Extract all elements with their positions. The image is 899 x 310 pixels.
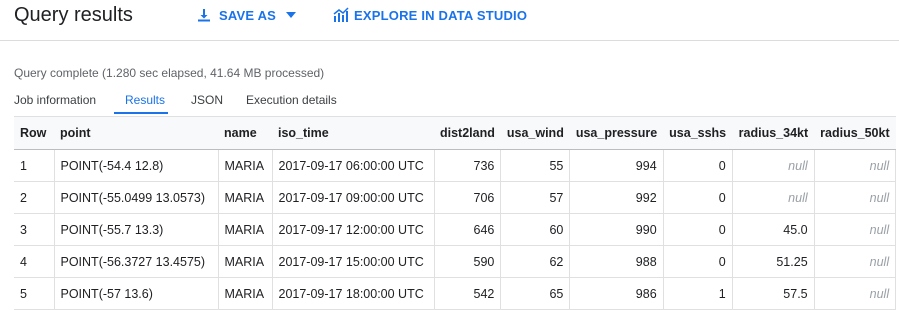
cell-row-number: 5 (14, 277, 55, 310)
tab-json[interactable]: JSON (191, 93, 223, 107)
chart-icon (333, 7, 349, 23)
column-header-usa-wind: usa_wind (500, 116, 570, 150)
cell-name: MARIA (218, 181, 273, 214)
cell-point: POINT(-57 13.6) (54, 277, 219, 310)
cell-iso-time: 2017-09-17 18:00:00 UTC (272, 277, 435, 310)
cell-usa-pressure: 988 (569, 245, 664, 278)
column-header-radius-50kt: radius_50kt (814, 116, 896, 150)
cell-radius-34kt: 45.0 (732, 213, 815, 246)
cell-usa-wind: 55 (500, 149, 571, 182)
cell-name: MARIA (218, 213, 273, 246)
cell-radius-34kt: 57.5 (732, 277, 815, 310)
dropdown-arrow-icon (286, 12, 297, 18)
cell-radius-34kt: null (732, 181, 815, 214)
column-header-radius-34kt: radius_34kt (732, 116, 815, 150)
cell-radius-50kt: null (814, 213, 897, 246)
cell-usa-sshs: 0 (663, 149, 733, 182)
cell-usa-wind: 62 (500, 245, 571, 278)
cell-usa-wind: 57 (500, 181, 571, 214)
table-row: 5 POINT(-57 13.6) MARIA 2017-09-17 18:00:00… (14, 277, 897, 310)
cell-point: POINT(-55.0499 13.0573) (54, 181, 219, 214)
cell-usa-pressure: 986 (569, 277, 664, 310)
cell-usa-sshs: 0 (663, 245, 733, 278)
results-tabs: Job information Results JSON Execution d… (0, 87, 899, 115)
table-row: 4 POINT(-56.3727 13.4575) MARIA 2017-09-17 … (14, 245, 897, 278)
results-table: Row point name iso_time dist2land usa_wi… (14, 116, 897, 310)
column-header-usa-pressure: usa_pressure (569, 116, 664, 150)
cell-dist2land: 590 (434, 245, 502, 278)
column-header-point: point (54, 116, 218, 150)
cell-dist2land: 736 (434, 149, 502, 182)
explore-data-studio-button[interactable]: EXPLORE IN DATA STUDIO (333, 7, 527, 23)
results-header: Query results SAVE AS EXPLORE IN DATA ST… (0, 0, 899, 41)
cell-point: POINT(-55.7 13.3) (54, 213, 219, 246)
cell-dist2land: 646 (434, 213, 502, 246)
cell-radius-34kt: 51.25 (732, 245, 815, 278)
cell-radius-50kt: null (814, 245, 897, 278)
column-header-iso-time: iso_time (272, 116, 434, 150)
cell-dist2land: 542 (434, 277, 502, 310)
active-tab-indicator (114, 112, 168, 114)
cell-usa-wind: 60 (500, 213, 571, 246)
tab-execution-details[interactable]: Execution details (246, 93, 337, 107)
column-header-usa-sshs: usa_sshs (663, 116, 733, 150)
cell-row-number: 3 (14, 213, 55, 246)
cell-iso-time: 2017-09-17 12:00:00 UTC (272, 213, 435, 246)
cell-row-number: 4 (14, 245, 55, 278)
column-header-dist2land: dist2land (434, 116, 501, 150)
column-header-name: name (218, 116, 272, 150)
cell-radius-34kt: null (732, 149, 815, 182)
cell-row-number: 2 (14, 181, 55, 214)
cell-usa-pressure: 990 (569, 213, 664, 246)
cell-name: MARIA (218, 277, 273, 310)
cell-radius-50kt: null (814, 149, 897, 182)
cell-row-number: 1 (14, 149, 55, 182)
cell-usa-pressure: 994 (569, 149, 664, 182)
cell-usa-sshs: 0 (663, 213, 733, 246)
cell-usa-sshs: 1 (663, 277, 733, 310)
table-row: 1 POINT(-54.4 12.8) MARIA 2017-09-17 06:00:… (14, 149, 897, 182)
cell-usa-wind: 65 (500, 277, 571, 310)
table-body: 1 POINT(-54.4 12.8) MARIA 2017-09-17 06:00:… (14, 149, 897, 310)
download-icon (196, 7, 212, 23)
cell-iso-time: 2017-09-17 06:00:00 UTC (272, 149, 435, 182)
save-as-button[interactable]: SAVE AS (196, 7, 297, 23)
cell-point: POINT(-54.4 12.8) (54, 149, 219, 182)
tab-results[interactable]: Results (125, 93, 165, 107)
explore-label: EXPLORE IN DATA STUDIO (354, 7, 528, 23)
save-as-label: SAVE AS (219, 7, 277, 23)
cell-usa-pressure: 992 (569, 181, 664, 214)
cell-name: MARIA (218, 149, 273, 182)
cell-name: MARIA (218, 245, 273, 278)
cell-dist2land: 706 (434, 181, 502, 214)
page-title: Query results (14, 4, 133, 26)
tab-job-information[interactable]: Job information (14, 93, 96, 107)
query-status: Query complete (1.280 sec elapsed, 41.64… (14, 66, 325, 80)
cell-radius-50kt: null (814, 181, 897, 214)
table-row: 3 POINT(-55.7 13.3) MARIA 2017-09-17 12:00:… (14, 213, 897, 246)
cell-iso-time: 2017-09-17 15:00:00 UTC (272, 245, 435, 278)
table-header-row: Row point name iso_time dist2land usa_wi… (14, 116, 896, 150)
table-row: 2 POINT(-55.0499 13.0573) MARIA 2017-09-17 … (14, 181, 897, 214)
cell-usa-sshs: 0 (663, 181, 733, 214)
column-header-row: Row (14, 116, 54, 150)
cell-point: POINT(-56.3727 13.4575) (54, 245, 219, 278)
cell-radius-50kt: null (814, 277, 897, 310)
cell-iso-time: 2017-09-17 09:00:00 UTC (272, 181, 435, 214)
